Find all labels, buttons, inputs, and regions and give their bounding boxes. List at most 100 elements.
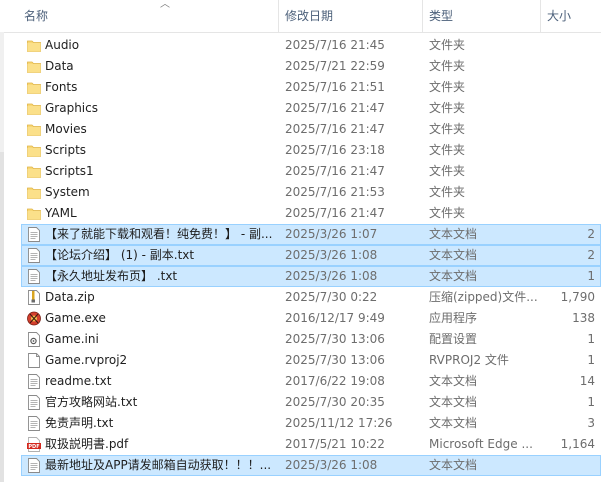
file-modified-date: 2025/7/16 21:45 bbox=[285, 38, 385, 52]
file-modified-date: 2025/7/16 21:53 bbox=[285, 185, 385, 199]
folder-row[interactable]: Movies 2025/7/16 21:47 文件夹 bbox=[0, 119, 601, 140]
file-modified-date: 2025/7/16 21:47 bbox=[285, 101, 385, 115]
file-row[interactable]: 【来了就能下载和观看！纯免费！】 - 副... 2025/3/26 1:07 文本文… bbox=[0, 224, 601, 245]
folder-icon bbox=[27, 38, 41, 53]
file-name: Data bbox=[45, 59, 74, 73]
file-row[interactable]: readme.txt 2017/6/22 19:08 文本文档 14 bbox=[0, 371, 601, 392]
file-type: 文本文档 bbox=[429, 458, 478, 472]
folder-icon bbox=[27, 164, 41, 179]
file-type: 文件夹 bbox=[429, 185, 466, 199]
file-row[interactable]: PDF 取扱説明書.pdf 2017/5/21 10:22 Microsoft Edg… bbox=[0, 434, 601, 455]
folder-row[interactable]: Fonts 2025/7/16 21:51 文件夹 bbox=[0, 77, 601, 98]
column-header-size-label: 大小 bbox=[547, 9, 572, 23]
file-modified-date: 2025/7/30 13:06 bbox=[285, 332, 385, 346]
file-type: 文件夹 bbox=[429, 206, 466, 220]
file-size: 2 bbox=[587, 248, 595, 262]
file-modified-date: 2025/7/21 22:59 bbox=[285, 59, 385, 73]
folder-row[interactable]: YAML 2025/7/16 21:47 文件夹 bbox=[0, 203, 601, 224]
folder-icon bbox=[27, 185, 41, 200]
file-row[interactable]: 【永久地址发布页】 .txt 2025/3/26 1:08 文本文档 1 bbox=[0, 266, 601, 287]
file-modified-date: 2017/5/21 10:22 bbox=[285, 437, 385, 451]
file-row[interactable]: Data.zip 2025/7/30 0:22 压缩(zipped)文件... 1,7… bbox=[0, 287, 601, 308]
file-type: 文本文档 bbox=[429, 374, 478, 388]
file-type: 文件夹 bbox=[429, 143, 466, 157]
file-type: 文本文档 bbox=[429, 269, 478, 283]
file-name: Audio bbox=[45, 38, 80, 52]
column-header-size[interactable]: 大小 bbox=[541, 0, 601, 32]
file-row[interactable]: Game.rvproj2 2025/7/30 13:06 RVPROJ2 文件 1 bbox=[0, 350, 601, 371]
folder-icon bbox=[27, 59, 41, 74]
folder-icon bbox=[27, 122, 41, 137]
file-name: 取扱説明書.pdf bbox=[45, 437, 129, 451]
file-type: 文件夹 bbox=[429, 122, 466, 136]
file-name: Game.rvproj2 bbox=[45, 353, 128, 367]
column-header-type-label: 类型 bbox=[429, 9, 454, 23]
text-file-icon bbox=[27, 416, 41, 431]
folder-row[interactable]: Audio 2025/7/16 21:45 文件夹 bbox=[0, 35, 601, 56]
file-type: 文件夹 bbox=[429, 164, 466, 178]
file-size: 3 bbox=[587, 416, 595, 430]
folder-row[interactable]: Scripts1 2025/7/16 21:47 文件夹 bbox=[0, 161, 601, 182]
file-modified-date: 2017/6/22 19:08 bbox=[285, 374, 385, 388]
file-modified-date: 2025/3/26 1:07 bbox=[285, 227, 378, 241]
file-modified-date: 2025/7/30 0:22 bbox=[285, 290, 378, 304]
file-type: 配置设置 bbox=[429, 332, 478, 346]
file-modified-date: 2025/7/16 21:47 bbox=[285, 122, 385, 136]
file-name: Movies bbox=[45, 122, 87, 136]
folder-row[interactable]: Data 2025/7/21 22:59 文件夹 bbox=[0, 56, 601, 77]
file-size: 2 bbox=[587, 227, 595, 241]
file-type: 文件夹 bbox=[429, 101, 466, 115]
file-name: Game.ini bbox=[45, 332, 99, 346]
file-size: 1 bbox=[587, 395, 595, 409]
file-row[interactable]: Game.ini 2025/7/30 13:06 配置设置 1 bbox=[0, 329, 601, 350]
file-type: 文本文档 bbox=[429, 395, 478, 409]
file-row[interactable]: Game.exe 2016/12/17 9:49 应用程序 138 bbox=[0, 308, 601, 329]
file-modified-date: 2025/7/30 20:35 bbox=[285, 395, 385, 409]
file-name: 【来了就能下载和观看！纯免费！】 - 副... bbox=[45, 227, 273, 241]
text-file-icon bbox=[27, 374, 41, 389]
zip-file-icon bbox=[27, 290, 41, 305]
file-type: 文件夹 bbox=[429, 38, 466, 52]
column-header-name[interactable]: 名称 ︿ bbox=[18, 0, 279, 32]
column-header-date-label: 修改日期 bbox=[285, 9, 334, 23]
file-name: Data.zip bbox=[45, 290, 95, 304]
file-size: 1 bbox=[587, 269, 595, 283]
folder-row[interactable]: Graphics 2025/7/16 21:47 文件夹 bbox=[0, 98, 601, 119]
file-modified-date: 2025/7/16 23:18 bbox=[285, 143, 385, 157]
folder-row[interactable]: Scripts 2025/7/16 23:18 文件夹 bbox=[0, 140, 601, 161]
file-type: 压缩(zipped)文件... bbox=[429, 290, 538, 304]
file-modified-date: 2025/7/16 21:47 bbox=[285, 164, 385, 178]
file-row[interactable]: 免责声明.txt 2025/11/12 17:26 文本文档 3 bbox=[0, 413, 601, 434]
file-type: RVPROJ2 文件 bbox=[429, 353, 509, 367]
file-size: 1,164 bbox=[560, 437, 595, 451]
file-name: 免责声明.txt bbox=[45, 416, 114, 430]
column-header-type[interactable]: 类型 bbox=[423, 0, 541, 32]
exe-icon bbox=[27, 311, 41, 326]
file-type: Microsoft Edge ... bbox=[429, 437, 533, 451]
column-header-date[interactable]: 修改日期 bbox=[279, 0, 423, 32]
file-size: 1,790 bbox=[560, 290, 595, 304]
file-type: 文本文档 bbox=[429, 248, 478, 262]
file-name: 【永久地址发布页】 .txt bbox=[45, 269, 178, 283]
sort-ascending-icon: ︿ bbox=[160, 0, 170, 10]
ini-file-icon bbox=[27, 332, 41, 347]
file-modified-date: 2025/3/26 1:08 bbox=[285, 248, 378, 262]
svg-text:PDF: PDF bbox=[28, 444, 39, 450]
file-row[interactable]: 官方攻略网站.txt 2025/7/30 20:35 文本文档 1 bbox=[0, 392, 601, 413]
text-file-icon bbox=[27, 269, 41, 284]
file-modified-date: 2025/7/16 21:51 bbox=[285, 80, 385, 94]
file-name: 官方攻略网站.txt bbox=[45, 395, 138, 409]
file-modified-date: 2025/3/26 1:08 bbox=[285, 458, 378, 472]
file-row[interactable]: 【论坛介绍】 (1) - 副本.txt 2025/3/26 1:08 文本文档 2 bbox=[0, 245, 601, 266]
text-file-icon bbox=[27, 227, 41, 242]
file-name: Graphics bbox=[45, 101, 98, 115]
file-row[interactable]: 最新地址及APP请发邮箱自动获取！！！... 2025/3/26 1:08 文本文档 bbox=[0, 455, 601, 476]
folder-icon bbox=[27, 206, 41, 221]
file-name: Fonts bbox=[45, 80, 78, 94]
column-header-name-label: 名称 bbox=[24, 9, 49, 23]
generic-file-icon bbox=[27, 353, 41, 368]
file-name: 最新地址及APP请发邮箱自动获取！！！... bbox=[45, 458, 272, 472]
file-type: 文件夹 bbox=[429, 59, 466, 73]
folder-row[interactable]: System 2025/7/16 21:53 文件夹 bbox=[0, 182, 601, 203]
file-name: Game.exe bbox=[45, 311, 106, 325]
